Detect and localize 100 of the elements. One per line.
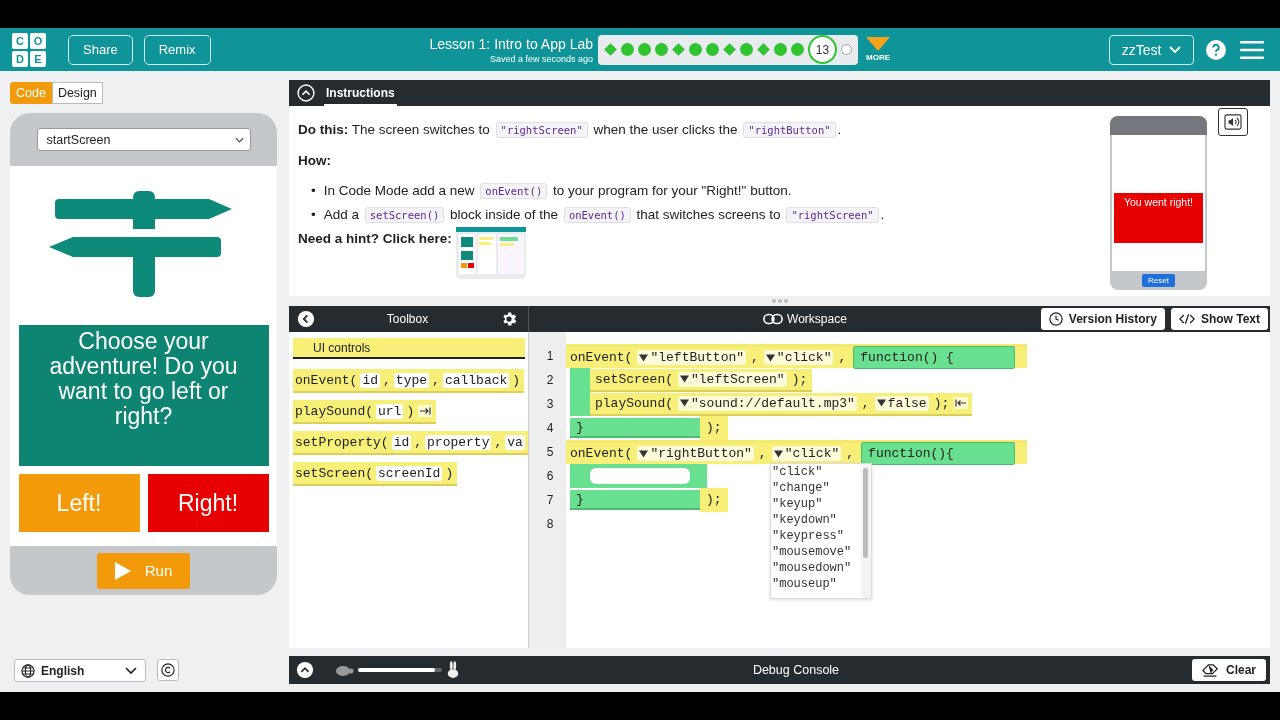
progress-dot[interactable] [621,43,634,56]
collapse-icon[interactable] [297,310,315,328]
event-block[interactable]: onEvent( "leftButton" , "click" , function() { [566,344,1027,368]
line-number: 1 [545,349,555,363]
block-code: , [494,434,503,450]
param-slot: type [393,372,430,388]
line-number: 6 [545,469,555,483]
dropdown-option[interactable]: "keypress" [772,528,861,544]
play-icon [114,561,131,580]
speaker-icon [1224,114,1242,130]
dropdown-field[interactable]: "click" [763,350,834,365]
progress-dot[interactable] [706,43,719,56]
block-code: ) [445,465,454,481]
code-logo[interactable]: C O D E [12,32,46,67]
code-token: setScreen( [594,371,674,387]
toolbox-block[interactable]: playSound( url ) [293,400,437,424]
event-block[interactable]: onEvent( "rightButton" , "click" , function(){ [566,440,1027,464]
function-block[interactable]: function(){ [861,442,1015,465]
instruction-text: that switches screens to [635,207,782,222]
dropdown-field[interactable]: "leftScreen" [678,371,787,387]
collapse-icon[interactable] [297,84,315,102]
copyright-button[interactable] [157,659,179,681]
reset-button[interactable]: Reset [1142,274,1175,287]
block-code: , [432,372,440,388]
dropdown-field[interactable]: "leftButton" [637,350,747,365]
toolbox-title: Toolbox [386,312,429,326]
block-code: playSound( [295,403,373,419]
block-code: ) [406,403,415,419]
header-button[interactable]: Remix [143,34,211,65]
progress-dot[interactable] [841,44,852,55]
progress-dot[interactable] [655,43,668,56]
statement-block[interactable]: setScreen( "leftScreen" ); [590,368,813,392]
workspace-button[interactable]: Show Text [1170,308,1268,330]
dropdown-option[interactable]: "change" [772,480,861,496]
param-slot: callback [442,372,510,388]
screen-select[interactable]: startScreen [36,128,251,151]
code-snippet: setScreen() [364,207,445,223]
progress-dot[interactable] [791,43,804,56]
toolbox-category[interactable]: UI controls [293,338,525,359]
clock-icon [1048,312,1063,326]
dropdown-caret-icon [680,399,689,407]
function-block[interactable]: function() { [853,346,1015,369]
toolbox-block[interactable]: setProperty( id , property , va [293,431,528,455]
toolbox-block[interactable]: setScreen( screenId ) [293,462,458,486]
collapse-params-icon[interactable] [954,397,969,409]
dropdown-option[interactable]: "mousedown" [772,560,861,576]
statement-block[interactable]: playSound( "sound://default.mp3" , false ); [590,392,973,416]
instructions-tab[interactable]: Instructions [324,80,397,106]
header-button[interactable]: Share [68,34,133,65]
user-menu-button[interactable]: zzTest [1109,34,1194,65]
hint-thumbnail[interactable] [455,227,526,279]
eraser-icon [1201,663,1218,677]
dropdown-field[interactable]: "sound://default.mp3" [678,395,857,411]
code-token: , [757,446,768,461]
expand-params-icon[interactable] [418,405,433,417]
speed-slider[interactable] [358,668,442,672]
progress-dot[interactable] [638,43,651,56]
bullet-marker: • [311,183,316,198]
dropdown-field[interactable]: false [874,395,929,411]
block-code: , [414,434,423,450]
choice-button[interactable]: Right! [147,474,269,532]
clear-button[interactable]: Clear [1191,659,1266,681]
instruction-text: . [880,207,885,222]
progress-dot[interactable] [774,43,787,56]
progress-dot[interactable] [740,43,753,56]
help-icon[interactable] [1206,39,1226,60]
instruction-label: How: [298,153,331,168]
language-select[interactable]: English [14,659,146,682]
dropdown-field[interactable]: "click" [771,446,842,461]
dropdown-option[interactable]: "click" [772,464,861,480]
line-number: 4 [545,421,555,435]
globe-icon [21,663,35,678]
dropdown-option[interactable]: "keydown" [772,512,861,528]
line-number: 2 [545,373,555,387]
dropdown-field[interactable]: "rightButton" [637,446,754,461]
block-code: , [383,372,391,388]
more-link[interactable]: MORE [866,53,890,62]
progress-dot[interactable] [689,43,702,56]
menu-icon[interactable] [1240,40,1264,59]
block-code: onEvent( [295,372,358,388]
param-slot: property [425,434,492,450]
speaker-button[interactable] [1218,108,1248,136]
dropdown-option[interactable]: "mousemove" [772,544,861,560]
expand-icon[interactable] [296,661,314,679]
block-code: setProperty( [295,434,389,450]
mode-toggle-button[interactable]: Design [51,82,103,104]
current-level-bubble[interactable]: 13 [808,35,837,64]
caret-icon[interactable] [866,37,890,51]
code-token: onEvent( [569,446,634,461]
instruction-text: . [837,122,842,137]
workspace-button[interactable]: Version History [1040,308,1165,330]
dropdown-caret-icon [680,375,689,383]
toolbox-block[interactable]: onEvent( id , type , callback ) [293,369,525,393]
instruction-text: Add a [323,207,360,222]
rabbit-icon [446,661,460,679]
function-end-block: } [570,490,700,510]
scrollbar-thumb[interactable] [863,468,868,558]
dropdown-caret-icon [773,449,783,458]
dropdown-option[interactable]: "mouseup" [772,576,861,592]
dropdown-option[interactable]: "keyup" [772,496,861,512]
